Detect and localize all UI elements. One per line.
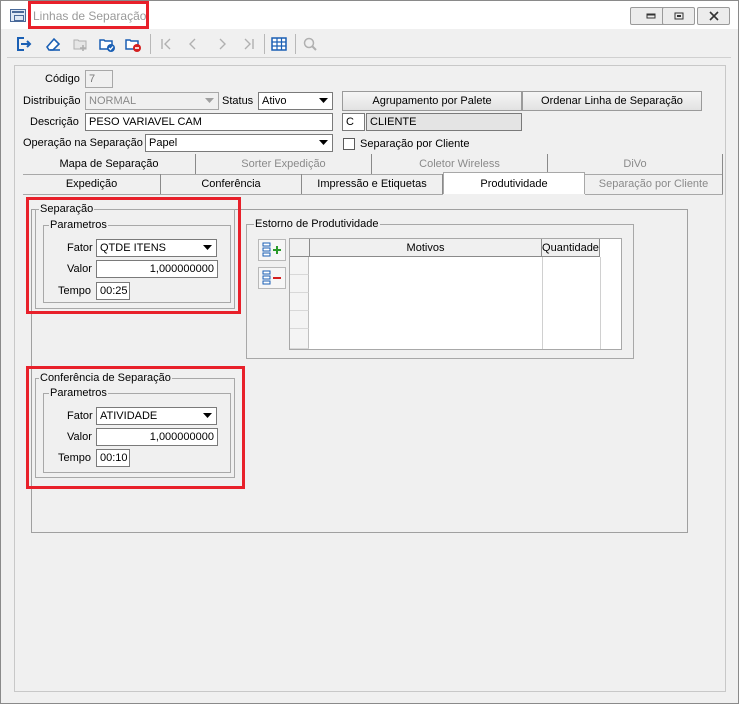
minimize-icon	[646, 13, 655, 19]
last-button[interactable]	[236, 32, 262, 56]
tab-expedicao[interactable]: Expedição	[23, 174, 161, 194]
tab-separacao-cliente[interactable]: Separação por Cliente	[585, 174, 723, 194]
delete-record-icon	[125, 39, 141, 52]
grid-header-quantidade[interactable]: Quantidade	[542, 239, 600, 257]
window-app-icon	[10, 9, 26, 22]
eraser-icon	[45, 37, 61, 51]
codigo-field: 7	[85, 70, 113, 88]
table-view-button[interactable]	[266, 32, 292, 56]
close-icon	[708, 11, 719, 21]
operacao-label: Operação na Separação	[23, 137, 143, 149]
operacao-combo[interactable]: Papel	[145, 134, 333, 152]
highlight-box-conferencia	[26, 366, 245, 489]
grid-row-indicator	[290, 257, 309, 275]
main-window: Linhas de Separação Código 7 Distribuiçã…	[0, 0, 739, 704]
exit-icon	[17, 37, 32, 51]
toolbar-separator	[264, 34, 265, 54]
tab-mapa-separacao[interactable]: Mapa de Separação	[23, 154, 196, 174]
descricao-label: Descrição	[30, 116, 79, 128]
delete-record-button[interactable]	[120, 32, 146, 56]
table-icon	[271, 37, 287, 51]
tab-row-divider	[585, 194, 723, 195]
grid-corner	[290, 239, 310, 257]
remove-motivo-button[interactable]	[258, 267, 286, 289]
estorno-group-title: Estorno de Produtividade	[254, 218, 380, 230]
grid-column-divider	[542, 257, 543, 349]
chevron-down-icon[interactable]	[316, 136, 331, 150]
toolbar	[7, 30, 731, 58]
separacao-cliente-label: Separação por Cliente	[360, 138, 470, 150]
grid-row-indicator	[290, 275, 309, 293]
grid-column-divider	[600, 257, 601, 349]
chevron-down-icon	[202, 94, 217, 108]
first-icon	[161, 38, 171, 50]
estorno-grid: Motivos Quantidade	[289, 238, 622, 350]
descricao-field[interactable]: PESO VARIAVEL CAM	[85, 113, 333, 131]
separacao-cliente-checkbox[interactable]	[343, 138, 355, 150]
first-button[interactable]	[153, 32, 179, 56]
search-button[interactable]	[297, 32, 323, 56]
tab-divo[interactable]: DiVo	[548, 154, 723, 174]
tab-sorter-expedicao[interactable]: Sorter Expedição	[196, 154, 372, 174]
restore-icon	[674, 12, 683, 20]
toolbar-separator	[150, 34, 151, 54]
add-motivo-button[interactable]	[258, 239, 286, 261]
previous-icon	[189, 38, 196, 50]
tab-row-divider	[23, 194, 443, 195]
save-record-icon	[99, 39, 115, 52]
distribuicao-value: NORMAL	[89, 95, 137, 107]
add-row-icon	[262, 242, 281, 257]
grid-row-indicator	[290, 311, 309, 329]
grid-row-indicator	[290, 293, 309, 311]
search-icon	[303, 37, 317, 51]
save-record-button[interactable]	[94, 32, 120, 56]
distribuicao-label: Distribuição	[23, 95, 81, 107]
tab-impressao-etiquetas[interactable]: Impressão e Etiquetas	[302, 174, 443, 194]
grid-header-motivos[interactable]: Motivos	[310, 239, 542, 257]
grid-row-indicator	[290, 329, 309, 349]
close-button[interactable]	[697, 7, 730, 25]
clear-button[interactable]	[40, 32, 66, 56]
status-value: Ativo	[262, 95, 287, 107]
next-button[interactable]	[209, 32, 235, 56]
previous-button[interactable]	[180, 32, 206, 56]
ordenar-linha-button[interactable]: Ordenar Linha de Separação	[522, 91, 702, 111]
distribuicao-combo: NORMAL	[85, 92, 219, 110]
chevron-down-icon[interactable]	[316, 94, 331, 108]
tab-produtividade[interactable]: Produtividade	[443, 172, 585, 194]
highlight-box-separacao	[26, 197, 241, 314]
last-icon	[244, 38, 254, 50]
highlight-box-title	[28, 1, 149, 29]
exit-button[interactable]	[10, 32, 36, 56]
status-combo[interactable]: Ativo	[258, 92, 333, 110]
tipo-code-field[interactable]: C	[342, 113, 365, 131]
restore-button[interactable]	[662, 7, 695, 25]
next-icon	[219, 38, 226, 50]
new-record-button[interactable]	[67, 32, 93, 56]
tab-coletor-wireless[interactable]: Coletor Wireless	[372, 154, 548, 174]
toolbar-separator	[295, 34, 296, 54]
codigo-label: Código	[45, 73, 80, 85]
operacao-value: Papel	[149, 137, 178, 149]
new-record-icon	[73, 39, 87, 51]
agrupamento-palete-button[interactable]: Agrupamento por Palete	[342, 91, 522, 111]
remove-row-icon	[262, 270, 281, 285]
tab-conferencia[interactable]: Conferência	[161, 174, 302, 194]
status-label: Status	[222, 95, 254, 107]
tipo-value-field: CLIENTE	[366, 113, 522, 131]
